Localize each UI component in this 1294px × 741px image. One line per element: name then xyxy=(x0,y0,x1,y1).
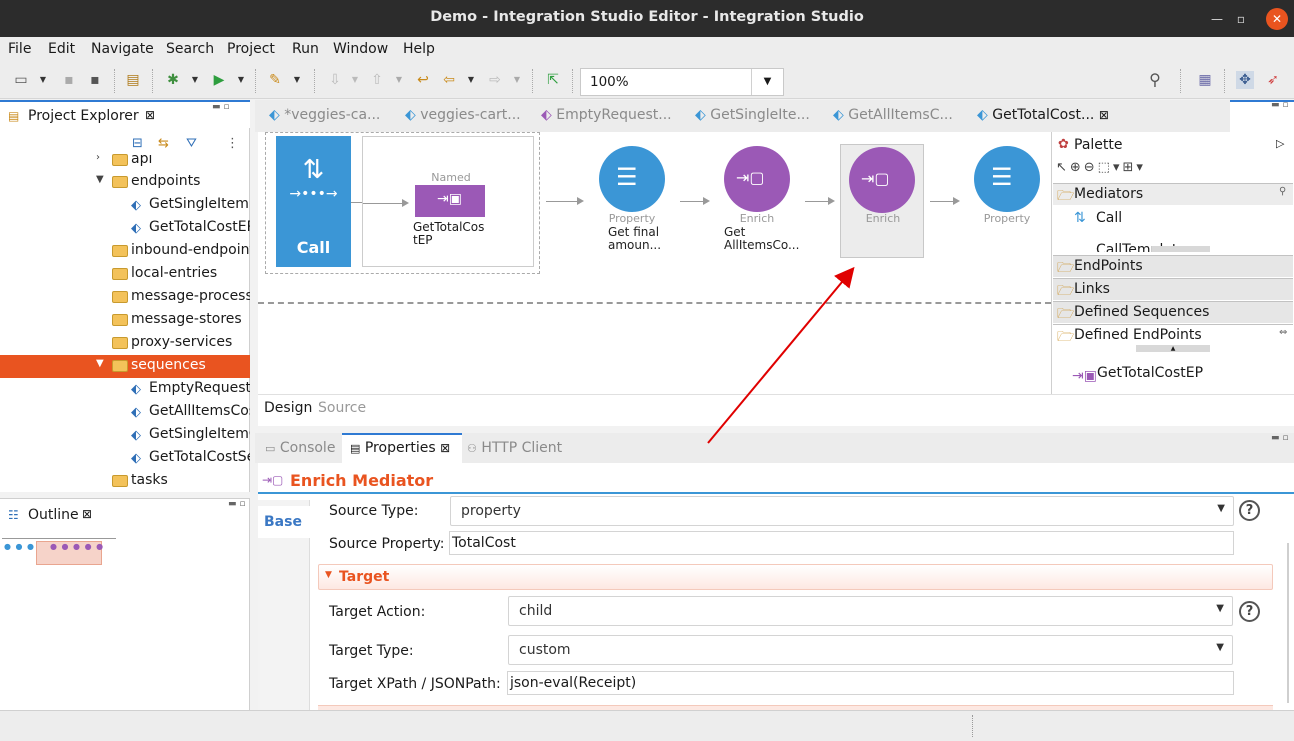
annotation-arrow xyxy=(707,266,855,444)
status-bar xyxy=(0,710,1294,741)
